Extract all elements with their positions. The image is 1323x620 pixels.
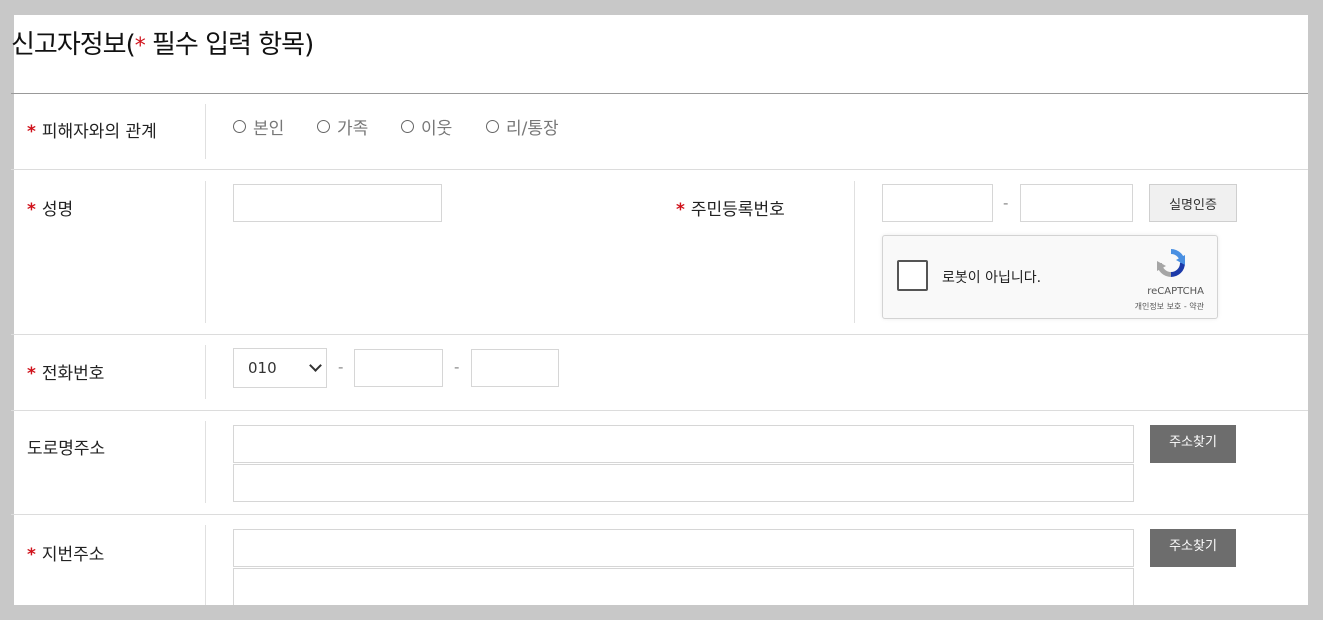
name-input[interactable]	[233, 184, 442, 222]
resident-number-back-input[interactable]	[1020, 184, 1133, 222]
road-address-label: 도로명주소	[27, 439, 106, 459]
recaptcha-widget: 로봇이 아닙니다. reCAPTCHA 개인정보 보호 - 약관	[882, 235, 1218, 319]
divider	[11, 514, 1308, 515]
resident-number-front-input[interactable]	[882, 184, 993, 222]
divider	[205, 525, 206, 605]
lot-address-detail-input[interactable]	[233, 568, 1134, 606]
required-star-icon: *	[27, 200, 36, 220]
radio-relation-self[interactable]: 본인	[233, 114, 284, 139]
road-address-search-button[interactable]: 주소찾기	[1150, 425, 1236, 463]
recaptcha-brand: reCAPTCHA	[1147, 286, 1204, 297]
road-address-input[interactable]	[233, 425, 1134, 463]
divider	[854, 181, 855, 323]
separator: -	[1003, 194, 1009, 212]
radio-circle-icon[interactable]	[486, 120, 499, 133]
divider	[11, 334, 1308, 335]
radio-circle-icon[interactable]	[317, 120, 330, 133]
relation-label: * 피해자와의 관계	[27, 122, 157, 142]
lot-address-input[interactable]	[233, 529, 1134, 567]
required-star-icon: *	[676, 200, 685, 220]
phone-middle-input[interactable]	[354, 349, 443, 387]
divider	[205, 181, 206, 323]
divider	[11, 410, 1308, 411]
separator: -	[338, 358, 344, 376]
radio-circle-icon[interactable]	[233, 120, 246, 133]
required-star-icon: *	[27, 364, 36, 384]
page-title: 신고자정보(* 필수 입력 항목)	[11, 24, 314, 61]
divider	[205, 345, 206, 399]
radio-relation-neighbor[interactable]: 이웃	[401, 114, 452, 139]
required-star-icon: *	[27, 545, 36, 565]
title-prefix: 신고자정보(	[11, 30, 136, 60]
recaptcha-terms-link[interactable]: 개인정보 보호 - 약관	[1135, 301, 1204, 312]
phone-label: * 전화번호	[27, 364, 105, 384]
separator: -	[454, 358, 460, 376]
lot-address-label: * 지번주소	[27, 545, 105, 565]
recaptcha-logo-icon	[1157, 249, 1185, 277]
required-star-icon: *	[27, 122, 36, 142]
divider	[205, 104, 206, 159]
road-address-detail-input[interactable]	[233, 464, 1134, 502]
resident-number-label: * 주민등록번호	[676, 200, 785, 220]
title-suffix: 필수 입력 항목)	[144, 30, 314, 60]
divider	[11, 169, 1308, 170]
recaptcha-label: 로봇이 아닙니다.	[942, 270, 1042, 286]
phone-prefix-select[interactable]: 010	[233, 348, 327, 388]
chevron-down-icon	[309, 359, 322, 372]
phone-last-input[interactable]	[471, 349, 559, 387]
required-star-icon: *	[134, 34, 146, 59]
page-bottom-edge	[14, 605, 1308, 620]
recaptcha-checkbox[interactable]	[897, 260, 928, 291]
divider	[205, 421, 206, 503]
divider	[11, 93, 1308, 94]
radio-circle-icon[interactable]	[401, 120, 414, 133]
lot-address-search-button[interactable]: 주소찾기	[1150, 529, 1236, 567]
verify-name-button[interactable]: 실명인증	[1149, 184, 1237, 222]
radio-relation-village-head[interactable]: 리/통장	[486, 114, 559, 139]
radio-relation-family[interactable]: 가족	[317, 114, 368, 139]
name-label: * 성명	[27, 200, 74, 220]
